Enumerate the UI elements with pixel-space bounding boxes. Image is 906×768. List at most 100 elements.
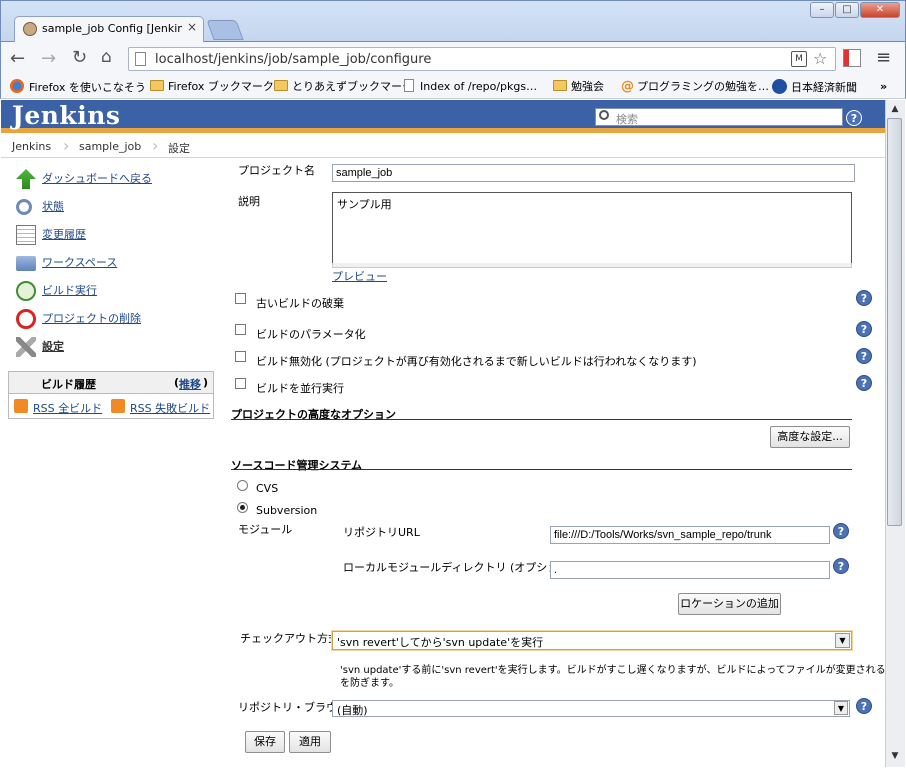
description-textarea[interactable]: サンプル用 (332, 192, 852, 264)
parameterize-checkbox[interactable] (235, 324, 246, 335)
build-history-title: ビルド履歴 (41, 378, 96, 391)
jenkins-logo[interactable]: Jenkins (12, 101, 120, 130)
breadcrumb-jenkins[interactable]: Jenkins (12, 140, 51, 153)
minimize-button[interactable]: – (810, 2, 834, 18)
bookmarks-more-icon[interactable]: » (880, 79, 887, 95)
scm-cvs-radio[interactable] (237, 480, 248, 491)
local-dir-label: ローカルモジュールディレクトリ (オプション) (343, 561, 574, 574)
header-stripe (1, 128, 885, 133)
breadcrumb-job[interactable]: sample_job (79, 140, 141, 153)
project-name-input[interactable] (332, 164, 855, 182)
paren-close: ) (203, 376, 209, 389)
preview-link[interactable]: プレビュー (332, 268, 387, 284)
help-icon[interactable]: ? (856, 375, 872, 391)
search-placeholder: 検索 (616, 113, 638, 126)
bookmark-repo-index[interactable]: Index of /repo/pkgs… (404, 79, 537, 95)
extension-icon[interactable]: M (791, 51, 807, 67)
scm-svn-radio[interactable] (237, 502, 248, 513)
parameterize-label: ビルドのパラメータ化 (256, 328, 366, 341)
trend-link[interactable]: 推移 (179, 376, 201, 392)
checkout-description-line2: を防ぎます。 (340, 678, 399, 689)
address-bar[interactable]: localhost/jenkins/job/sample_job/configu… (128, 47, 836, 71)
search-help-icon[interactable]: ? (846, 110, 862, 126)
scm-section-title: ソースコード管理システム (231, 459, 363, 472)
magnifier-icon (16, 199, 32, 215)
local-dir-input[interactable] (550, 561, 830, 579)
notepad-icon (16, 225, 36, 245)
save-button[interactable]: 保存 (245, 731, 285, 753)
scroll-up-icon[interactable]: ▲ (886, 101, 904, 117)
bookmark-programming[interactable]: @ プログラミングの勉強を… (621, 79, 769, 95)
disable-build-checkbox[interactable] (235, 351, 246, 362)
bookmark-label: Firefox ブックマーク (168, 80, 274, 93)
advanced-button[interactable]: 高度な設定... (770, 426, 850, 448)
module-label: モジュール (238, 523, 293, 536)
disable-build-label: ビルド無効化 (プロジェクトが再び有効化されるまで新しいビルドは行われなくなりま… (256, 355, 697, 368)
help-icon[interactable]: ? (856, 698, 872, 714)
sidebar-item-label: ワークスペース (42, 256, 118, 269)
repo-url-input[interactable] (550, 526, 830, 544)
browser-tab[interactable]: sample_job Config [Jenkins × (14, 16, 204, 43)
help-icon[interactable]: ? (833, 523, 849, 539)
sidebar-item-build[interactable]: ビルド実行 (16, 281, 97, 301)
project-name-label: プロジェクト名 (238, 164, 315, 177)
bookmark-study[interactable]: 勉強会 (553, 79, 604, 95)
close-window-button[interactable]: ✕ (860, 2, 900, 18)
forward-arrow-icon[interactable]: → (41, 48, 56, 69)
bookmark-nikkei[interactable]: 日本経済新聞 (772, 79, 857, 95)
discard-old-builds-checkbox[interactable] (235, 293, 246, 304)
close-tab-icon[interactable]: × (187, 20, 197, 34)
concurrent-build-checkbox[interactable] (235, 378, 246, 389)
maximize-button[interactable]: □ (835, 2, 859, 18)
section-divider (231, 469, 852, 470)
app-icon[interactable] (843, 49, 861, 67)
menu-icon[interactable]: ≡ (876, 47, 891, 68)
page-icon (135, 52, 146, 66)
sidebar-item-label: ダッシュボードへ戻る (42, 172, 152, 185)
sidebar-item-workspace[interactable]: ワークスペース (16, 253, 117, 273)
sidebar-item-delete[interactable]: プロジェクトの削除 (16, 309, 141, 329)
description-text: サンプル用 (337, 198, 392, 211)
star-icon[interactable]: ☆ (813, 49, 827, 68)
apply-button[interactable]: 適用 (289, 731, 331, 753)
section-divider (231, 419, 852, 420)
repo-browser-select[interactable]: (自動) ▼ (332, 700, 850, 717)
add-location-button[interactable]: ロケーションの追加 (678, 593, 781, 615)
textarea-resize-handle[interactable] (332, 263, 852, 268)
scroll-down-icon[interactable]: ▼ (886, 748, 904, 764)
rss-icon (111, 399, 125, 413)
sidebar-item-label: 設定 (42, 340, 64, 353)
rss-icon (14, 399, 28, 413)
description-label: 説明 (238, 195, 260, 208)
firefox-icon (10, 79, 24, 93)
scm-svn-label: Subversion (256, 504, 318, 517)
no-entry-icon (16, 309, 36, 329)
rss-fail-link[interactable]: RSS 失敗ビルド (130, 400, 210, 416)
back-arrow-icon[interactable]: ← (10, 48, 25, 69)
sidebar-item-label: 状態 (42, 200, 64, 213)
page-icon (404, 79, 414, 92)
sidebar-item-dashboard[interactable]: ダッシュボードへ戻る (16, 169, 152, 189)
help-icon[interactable]: ? (856, 348, 872, 364)
bookmark-label: Firefox を使いこなそう (29, 81, 146, 94)
breadcrumb-configure: 設定 (168, 142, 190, 155)
bookmark-firefox-tips[interactable]: Firefox を使いこなそう (10, 79, 146, 95)
jenkins-favicon (23, 22, 37, 36)
sidebar-item-status[interactable]: 状態 (16, 197, 64, 217)
bookmark-firefox-bookmarks[interactable]: Firefox ブックマーク (150, 79, 274, 95)
checkout-strategy-select[interactable]: 'svn revert'してから'svn update'を実行 ▼ (332, 631, 852, 650)
scrollbar-thumb[interactable] (887, 118, 902, 526)
scm-cvs-label: CVS (256, 482, 279, 495)
rss-all-link[interactable]: RSS 全ビルド (33, 400, 102, 416)
bookmark-tentative[interactable]: とりあえずブックマーク (274, 79, 413, 95)
clock-icon (16, 281, 36, 301)
home-icon[interactable]: ⌂ (101, 47, 112, 67)
search-box[interactable]: 検索 (595, 108, 843, 126)
help-icon[interactable]: ? (833, 558, 849, 574)
help-icon[interactable]: ? (856, 290, 872, 306)
sidebar-item-configure[interactable]: 設定 (16, 337, 64, 357)
chevron-down-icon: ▼ (835, 633, 850, 648)
sidebar-item-changes[interactable]: 変更履歴 (16, 225, 86, 245)
help-icon[interactable]: ? (856, 321, 872, 337)
reload-icon[interactable]: ↻ (72, 47, 87, 68)
